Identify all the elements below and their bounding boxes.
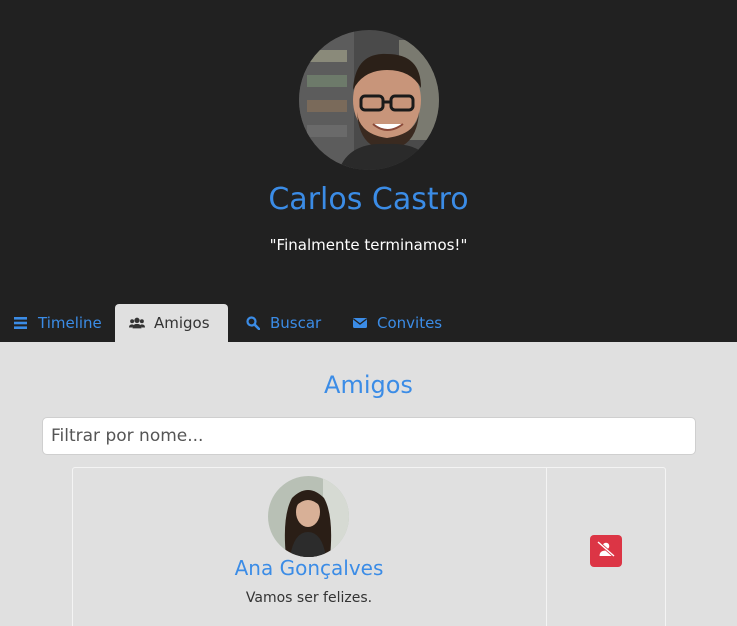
profile-avatar [299, 30, 439, 170]
tab-buscar[interactable]: Buscar [245, 304, 321, 342]
tab-convites[interactable]: Convites [352, 304, 442, 342]
card-divider [546, 467, 547, 626]
section-title: Amigos [324, 371, 413, 399]
friend-avatar[interactable] [268, 476, 349, 557]
users-icon [129, 315, 145, 331]
list-icon [13, 315, 29, 331]
profile-status: "Finalmente terminamos!" [269, 236, 468, 254]
profile-name: Carlos Castro [268, 182, 469, 217]
friend-status: Vamos ser felizes. [245, 590, 373, 606]
filter-input[interactable] [42, 417, 696, 455]
search-icon [245, 315, 261, 331]
user-remove-icon [596, 540, 616, 561]
tab-buscar-label: Buscar [270, 314, 322, 332]
tab-amigos[interactable]: Amigos [115, 304, 228, 342]
friend-name[interactable]: Ana Gonçalves [72, 554, 546, 582]
tab-amigos-label: Amigos [154, 314, 210, 332]
profile-header: Carlos Castro "Finalmente terminamos!" T… [0, 0, 737, 342]
envelope-icon [352, 315, 368, 331]
remove-friend-button[interactable] [590, 535, 622, 567]
tab-timeline-label: Timeline [38, 314, 102, 332]
tab-timeline[interactable]: Timeline [13, 304, 102, 342]
tab-convites-label: Convites [377, 314, 443, 332]
